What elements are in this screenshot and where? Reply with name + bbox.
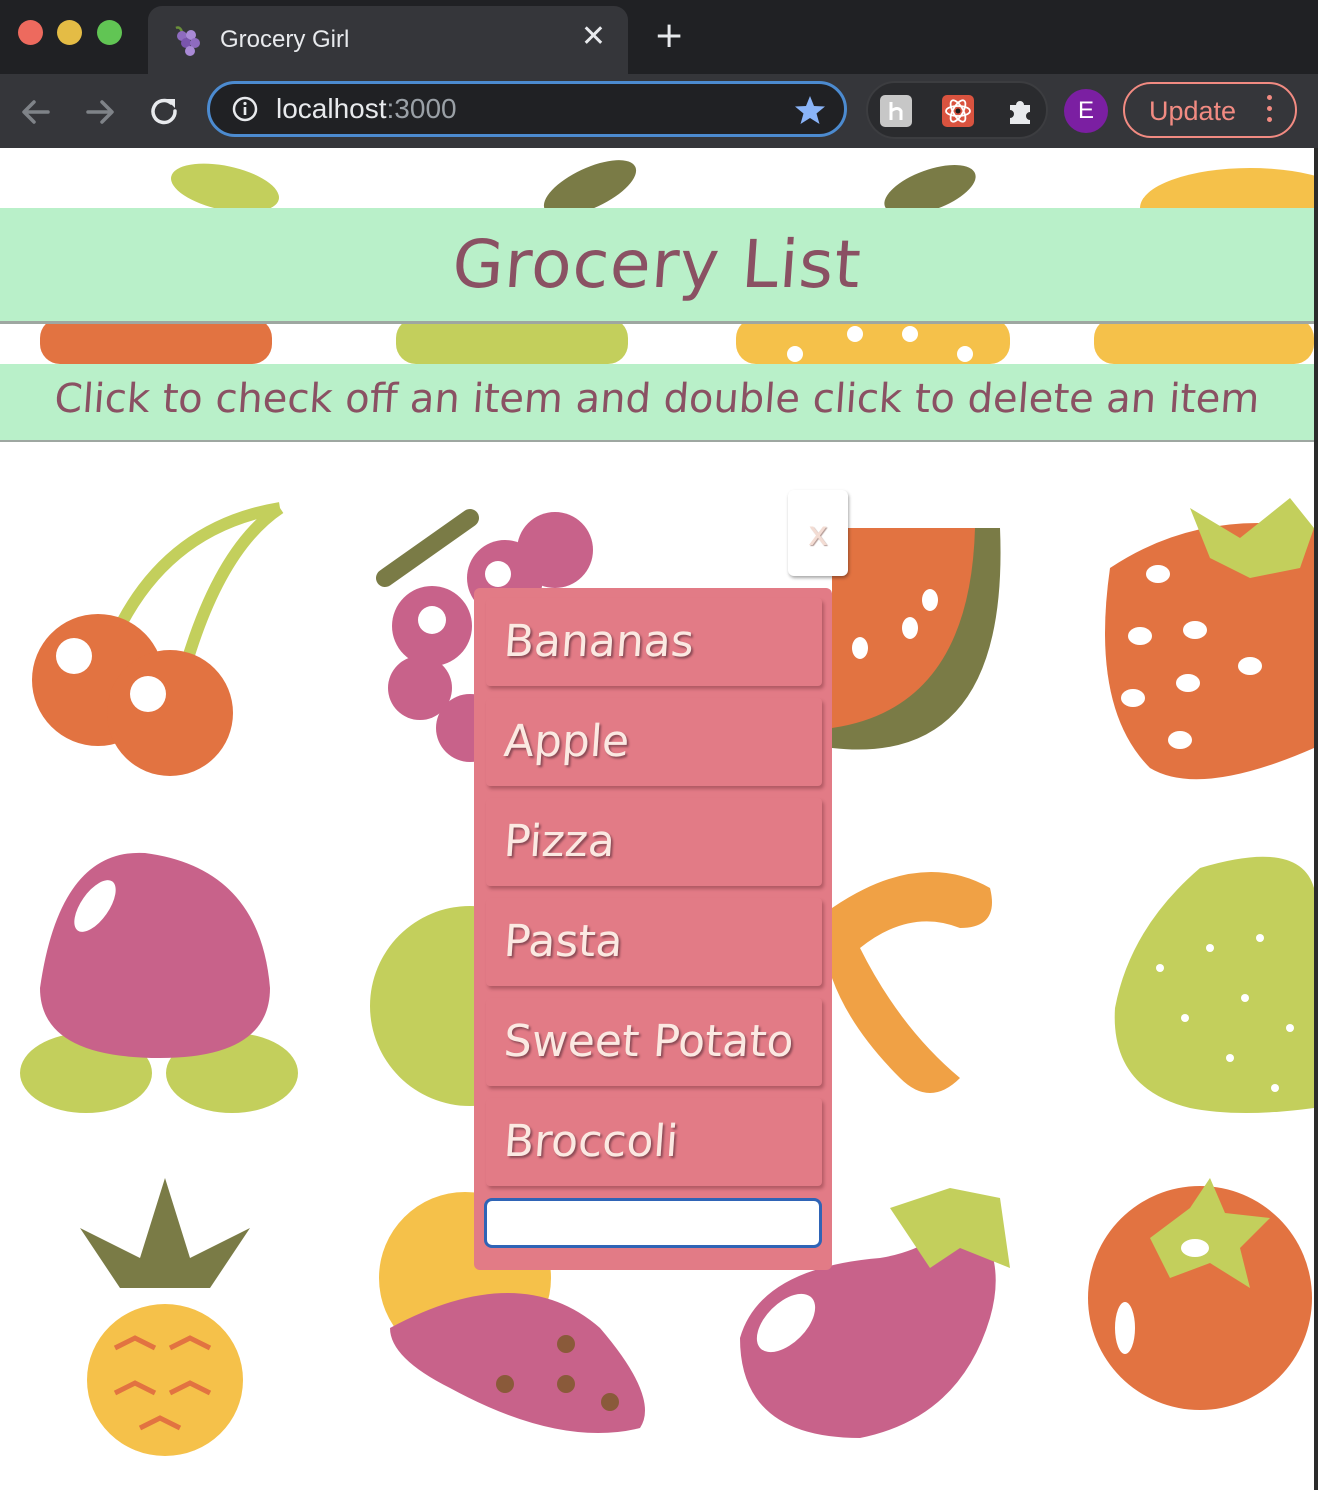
- grocery-list-panel: Bananas Apple Pizza Pasta Sweet Potato B…: [474, 588, 832, 1270]
- window-edge: [1314, 148, 1318, 1490]
- new-item-input[interactable]: [484, 1198, 822, 1248]
- extension-react-icon[interactable]: [942, 95, 974, 127]
- tab-title: Grocery Girl: [220, 26, 350, 53]
- instructions-banner: Click to check off an item and double cl…: [0, 364, 1314, 442]
- new-tab-button[interactable]: +: [654, 18, 684, 54]
- profile-avatar[interactable]: E: [1064, 89, 1108, 133]
- list-item[interactable]: Sweet Potato: [486, 998, 822, 1086]
- instructions-text: Click to check off an item and double cl…: [52, 376, 1261, 422]
- page-viewport: Grocery List Click to check off an item …: [0, 148, 1314, 1490]
- reload-icon[interactable]: [144, 92, 184, 132]
- close-window-button[interactable]: [18, 20, 43, 45]
- tab-close-icon[interactable]: ✕: [581, 22, 606, 52]
- list-item-label: Broccoli: [502, 1116, 680, 1167]
- list-item-label: Pizza: [502, 816, 617, 867]
- close-list-button[interactable]: x: [788, 490, 848, 576]
- extensions-group: [866, 81, 1048, 139]
- puzzle-icon[interactable]: [1004, 95, 1036, 127]
- list-item[interactable]: Apple: [486, 698, 822, 786]
- browser-toolbar: localhost:3000 E Update: [0, 74, 1318, 148]
- list-item[interactable]: Pasta: [486, 898, 822, 986]
- kebab-menu-icon[interactable]: [1267, 95, 1273, 128]
- info-icon[interactable]: [232, 96, 258, 122]
- title-banner: Grocery List: [0, 208, 1314, 324]
- back-arrow-icon[interactable]: [16, 92, 56, 132]
- list-item[interactable]: Pizza: [486, 798, 822, 886]
- url-host: localhost: [276, 93, 387, 124]
- close-list-label: x: [807, 514, 829, 554]
- address-bar[interactable]: localhost:3000: [207, 81, 847, 137]
- forward-arrow-icon[interactable]: [80, 92, 120, 132]
- extension-h-icon[interactable]: [880, 95, 912, 127]
- grapes-favicon-icon: [175, 26, 200, 56]
- star-icon[interactable]: [794, 94, 826, 126]
- url-text: localhost:3000: [276, 93, 457, 125]
- list-item-label: Apple: [502, 716, 632, 767]
- update-label: Update: [1149, 96, 1237, 126]
- list-item-label: Pasta: [502, 916, 625, 967]
- list-item-label: Bananas: [502, 616, 696, 667]
- page-title: Grocery List: [449, 226, 865, 303]
- list-item[interactable]: Broccoli: [486, 1098, 822, 1186]
- tab-grocery-girl[interactable]: Grocery Girl ✕: [148, 6, 628, 74]
- maximize-window-button[interactable]: [97, 20, 122, 45]
- url-port: :3000: [386, 93, 457, 124]
- minimize-window-button[interactable]: [57, 20, 82, 45]
- browser-titlebar: Grocery Girl ✕ +: [0, 0, 1318, 74]
- list-item[interactable]: Bananas: [486, 598, 822, 686]
- update-button[interactable]: Update: [1123, 82, 1297, 138]
- list-item-label: Sweet Potato: [502, 1016, 796, 1067]
